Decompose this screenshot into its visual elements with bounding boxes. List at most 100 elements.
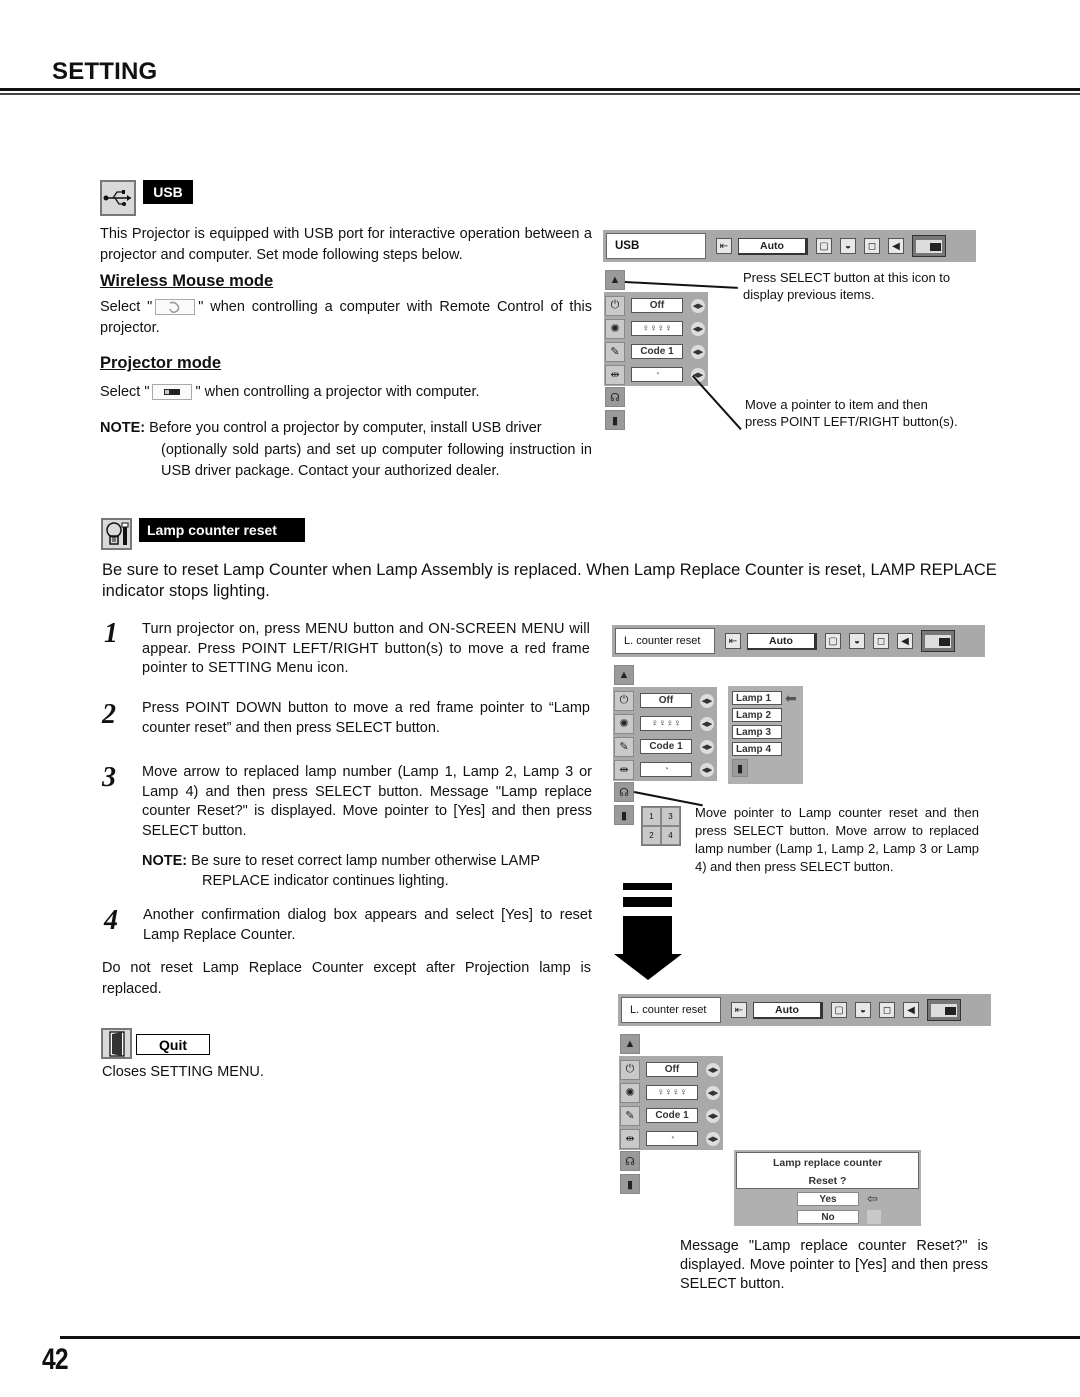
remote-code-icon: ✎: [614, 736, 634, 757]
step-text: Move arrow to replaced lamp number (Lamp…: [142, 764, 592, 839]
lamp-option[interactable]: Lamp 1: [732, 691, 782, 705]
quit-door-icon[interactable]: ▮: [732, 759, 748, 777]
setting-icon[interactable]: [912, 235, 946, 257]
lamp-option[interactable]: Lamp 3: [732, 725, 782, 739]
left-right-arrows-icon[interactable]: ◀▶: [706, 1085, 720, 1100]
osd-row[interactable]: ✎ Code 1 ◀▶: [605, 340, 708, 363]
usb-badge: USB: [143, 180, 193, 204]
dialog-yes-row: Yes ⇦: [797, 1191, 919, 1207]
lamp-grid-cell: 4: [661, 826, 680, 845]
left-right-arrows-icon[interactable]: ◀▶: [700, 739, 714, 754]
step-text: Turn projector on, press MENU button and…: [142, 621, 590, 676]
image-icon[interactable]: ◒: [840, 238, 856, 254]
lamp-warning: Do not reset Lamp Replace Counter except…: [102, 960, 591, 997]
osd-menu-bar: L. counter reset ⇤ Auto ▢ ◒ ◻ ◀: [618, 994, 991, 1026]
up-arrow-icon[interactable]: ▲: [605, 270, 625, 290]
dialog-line2: Reset ?: [808, 1175, 847, 1187]
lamp-note-rest: REPLACE indicator continues lighting.: [202, 873, 449, 889]
mouse-icon: ◔: [631, 367, 683, 382]
lamp-reset-icon[interactable]: ☊: [605, 387, 625, 407]
osd-row[interactable]: ✺ ♀♀♀♀ ◀▶: [620, 1081, 723, 1104]
left-right-arrows-icon[interactable]: ◀▶: [691, 321, 705, 336]
osd-row[interactable]: ⇹ ◔ ◀▶: [614, 758, 717, 781]
osd-row[interactable]: ⇹ ◔ ◀▶: [620, 1127, 723, 1150]
reset-confirm-dialog: Lamp replace counter Reset ? Yes ⇦ No: [734, 1150, 921, 1226]
callout-leader-line: [633, 791, 703, 806]
up-arrow-icon[interactable]: ▲: [614, 665, 634, 685]
osd-row[interactable]: ✺ ♀♀♀♀ ◀▶: [614, 712, 717, 735]
quit-door-icon[interactable]: ▮: [605, 410, 625, 430]
lamp-osd-menu-2: L. counter reset ⇤ Auto ▢ ◒ ◻ ◀: [618, 994, 991, 1026]
osd-row[interactable]: ⏻ Off ◀▶: [620, 1058, 723, 1081]
callout-point-left-right: Move a pointer to item and then press PO…: [745, 397, 958, 429]
step-text: Press POINT DOWN button to move a red fr…: [142, 700, 590, 736]
image-icon[interactable]: ◒: [849, 633, 865, 649]
callout-leader-line: [624, 281, 738, 289]
osd-row[interactable]: ✺ ♀♀♀♀ ◀▶: [605, 317, 708, 340]
sound-icon[interactable]: ◀: [903, 1002, 919, 1018]
left-right-arrows-icon[interactable]: ◀▶: [691, 344, 705, 359]
osd-field: Code 1: [631, 344, 683, 359]
quit-description: Closes SETTING MENU.: [102, 1064, 264, 1080]
setting-icon[interactable]: [927, 999, 961, 1021]
usb-icon: ⇹: [614, 759, 634, 780]
lamp-mode-icon: ✺: [620, 1082, 640, 1103]
yes-button[interactable]: Yes: [797, 1192, 859, 1206]
input-icon[interactable]: ⇤: [725, 633, 741, 649]
setting-icon[interactable]: [921, 630, 955, 652]
dialog-message: Lamp replace counter Reset ?: [736, 1152, 919, 1189]
window-icon[interactable]: ◻: [864, 238, 880, 254]
auto-field[interactable]: Auto: [738, 237, 808, 255]
osd-row[interactable]: ✎ Code 1 ◀▶: [614, 735, 717, 758]
wireless-mouse-text: Select " " when controlling a computer wi…: [100, 297, 592, 338]
mouse-icon: ◔: [646, 1131, 698, 1146]
left-right-arrows-icon[interactable]: ◀▶: [706, 1131, 720, 1146]
projector-mode-text: Select " " when controlling a projector w…: [100, 382, 592, 403]
power-icon: ⏻: [614, 690, 634, 711]
lamp-option[interactable]: Lamp 4: [732, 742, 782, 756]
up-arrow-icon[interactable]: ▲: [620, 1034, 640, 1054]
page-number: 42: [42, 1343, 69, 1376]
quit-door-icon[interactable]: ▮: [614, 805, 634, 825]
osd-row[interactable]: ⏻ Off ◀▶: [614, 689, 717, 712]
step-number: 3: [102, 762, 116, 793]
auto-field[interactable]: Auto: [747, 632, 817, 650]
input-icon[interactable]: ⇤: [731, 1002, 747, 1018]
power-icon: ⏻: [605, 295, 625, 316]
input-icon[interactable]: ⇤: [716, 238, 732, 254]
callout-lamp-select-text: Move pointer to Lamp counter reset and t…: [695, 805, 979, 874]
usb-note-rest: (optionally sold parts) and set up compu…: [161, 442, 592, 479]
step-text: Another confirmation dialog box appears …: [143, 907, 592, 943]
left-right-arrows-icon[interactable]: ◀▶: [706, 1062, 720, 1077]
image-icon[interactable]: ◒: [855, 1002, 871, 1018]
osd-title: USB: [606, 233, 706, 259]
left-right-arrows-icon[interactable]: ◀▶: [691, 298, 705, 313]
lamp-reset-icon[interactable]: ☊: [620, 1151, 640, 1171]
step-number: 4: [104, 905, 118, 936]
sound-icon[interactable]: ◀: [897, 633, 913, 649]
osd-row[interactable]: ✎ Code 1 ◀▶: [620, 1104, 723, 1127]
window-icon[interactable]: ◻: [873, 633, 889, 649]
window-icon[interactable]: ◻: [879, 1002, 895, 1018]
lamp-option[interactable]: Lamp 2: [732, 708, 782, 722]
left-right-arrows-icon[interactable]: ◀▶: [706, 1108, 720, 1123]
osd-row[interactable]: ⏻ Off ◀▶: [605, 294, 708, 317]
remote-code-icon: ✎: [620, 1105, 640, 1126]
screen-icon[interactable]: ▢: [831, 1002, 847, 1018]
usb-icon: ⇹: [605, 364, 625, 385]
left-right-arrows-icon[interactable]: ◀▶: [700, 693, 714, 708]
lamp-reset-icon: [101, 518, 132, 550]
osd-title: L. counter reset: [621, 997, 721, 1023]
no-button[interactable]: No: [797, 1210, 859, 1224]
screen-icon[interactable]: ▢: [816, 238, 832, 254]
screen-icon[interactable]: ▢: [825, 633, 841, 649]
quit-door-icon[interactable]: ▮: [620, 1174, 640, 1194]
auto-field[interactable]: Auto: [753, 1001, 823, 1019]
lamp-reset-icon[interactable]: ☊: [614, 782, 634, 802]
down-arrow-icon: [613, 880, 685, 980]
left-right-arrows-icon[interactable]: ◀▶: [700, 762, 714, 777]
sound-icon[interactable]: ◀: [888, 238, 904, 254]
left-right-arrows-icon[interactable]: ◀▶: [700, 716, 714, 731]
callout-lamp-select: Move pointer to Lamp counter reset and t…: [695, 804, 979, 876]
step-number: 1: [104, 618, 118, 649]
